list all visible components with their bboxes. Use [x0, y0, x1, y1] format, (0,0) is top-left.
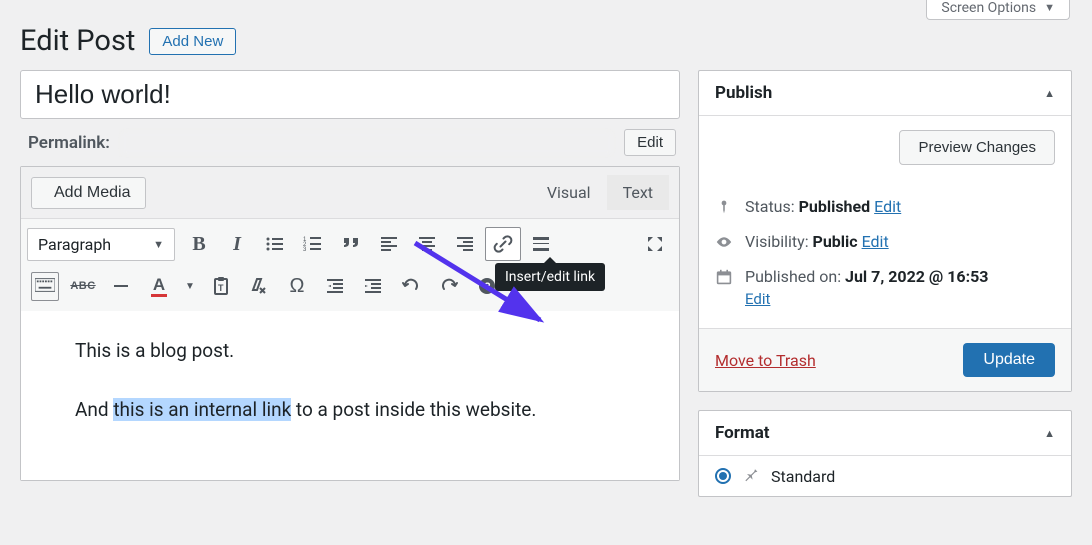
page-title: Edit Post: [20, 24, 135, 58]
bold-button[interactable]: B: [181, 227, 217, 261]
italic-button[interactable]: I: [219, 227, 255, 261]
bullet-list-button[interactable]: [257, 227, 293, 261]
add-media-button[interactable]: Add Media: [31, 177, 146, 209]
screen-options-toggle[interactable]: Screen Options ▼: [926, 0, 1070, 20]
abc-strike-icon: ABC: [70, 280, 95, 292]
chevron-up-icon: ▲: [1044, 427, 1055, 440]
help-button[interactable]: ?: [469, 269, 505, 303]
fullscreen-button[interactable]: [637, 227, 673, 261]
add-media-label: Add Media: [54, 184, 131, 202]
text-color-button[interactable]: A: [141, 269, 177, 303]
clear-formatting-button[interactable]: [241, 269, 277, 303]
publish-panel-toggle[interactable]: Publish ▲: [699, 71, 1071, 116]
indent-button[interactable]: [355, 269, 391, 303]
format-dropdown[interactable]: Paragraph ▼: [27, 228, 175, 261]
special-character-button[interactable]: Ω: [279, 269, 315, 303]
chevron-up-icon: ▲: [1044, 87, 1055, 100]
paste-text-button[interactable]: T: [203, 269, 239, 303]
chevron-down-icon: ▼: [153, 238, 164, 251]
radio-checked-icon: [715, 468, 731, 484]
redo-button[interactable]: [431, 269, 467, 303]
hr-icon: [114, 285, 128, 287]
add-new-button[interactable]: Add New: [149, 28, 236, 55]
pin-icon: [715, 199, 733, 215]
update-button[interactable]: Update: [963, 343, 1055, 377]
keyboard-icon: [31, 272, 59, 301]
read-more-button[interactable]: [523, 227, 559, 261]
insert-link-button[interactable]: [485, 227, 521, 261]
blockquote-button[interactable]: [333, 227, 369, 261]
horizontal-rule-button[interactable]: [103, 269, 139, 303]
content-paragraph: And this is an internal link to a post i…: [75, 396, 625, 425]
format-option-label: Standard: [771, 467, 835, 486]
format-panel-toggle[interactable]: Format ▲: [699, 411, 1071, 456]
svg-text:3: 3: [303, 247, 307, 253]
outdent-button[interactable]: [317, 269, 353, 303]
toolbar-toggle-button[interactable]: [27, 269, 63, 303]
text-color-icon: A: [151, 276, 167, 297]
svg-text:T: T: [218, 283, 224, 293]
editor-content[interactable]: This is a blog post. And this is an inte…: [21, 311, 679, 480]
text-color-dropdown[interactable]: ▼: [179, 269, 201, 303]
chevron-down-icon: ▼: [1044, 1, 1055, 14]
status-edit-link[interactable]: Edit: [874, 197, 901, 216]
publish-heading: Publish: [715, 83, 772, 103]
tab-visual[interactable]: Visual: [531, 175, 607, 210]
permalink-label: Permalink:: [28, 133, 110, 153]
strikethrough-button[interactable]: ABC: [65, 269, 101, 303]
tab-text[interactable]: Text: [607, 175, 669, 210]
align-center-button[interactable]: [409, 227, 445, 261]
format-option-standard[interactable]: Standard: [699, 456, 1071, 496]
move-to-trash-link[interactable]: Move to Trash: [715, 351, 816, 370]
undo-button[interactable]: [393, 269, 429, 303]
format-heading: Format: [715, 423, 770, 443]
format-panel: Format ▲ Standard: [698, 410, 1072, 497]
visibility-edit-link[interactable]: Edit: [862, 232, 889, 251]
visibility-icon: [715, 234, 733, 250]
permalink-edit-button[interactable]: Edit: [624, 129, 676, 156]
calendar-icon: [715, 269, 733, 285]
editor: Add Media Visual Text Paragraph ▼ B I: [20, 166, 680, 481]
format-dropdown-label: Paragraph: [38, 235, 111, 254]
content-paragraph: This is a blog post.: [75, 337, 625, 366]
align-left-button[interactable]: [371, 227, 407, 261]
numbered-list-button[interactable]: 123: [295, 227, 331, 261]
permalink-url: [122, 132, 612, 154]
align-right-button[interactable]: [447, 227, 483, 261]
publish-panel: Publish ▲ Preview Changes Status: Publis…: [698, 70, 1072, 392]
post-title-input[interactable]: [20, 70, 680, 119]
svg-text:?: ?: [484, 281, 491, 293]
published-edit-link[interactable]: Edit: [715, 290, 1055, 308]
selected-text: this is an internal link: [113, 398, 291, 421]
preview-changes-button[interactable]: Preview Changes: [899, 130, 1055, 165]
pushpin-icon: [743, 466, 759, 486]
screen-options-label: Screen Options: [941, 0, 1036, 16]
